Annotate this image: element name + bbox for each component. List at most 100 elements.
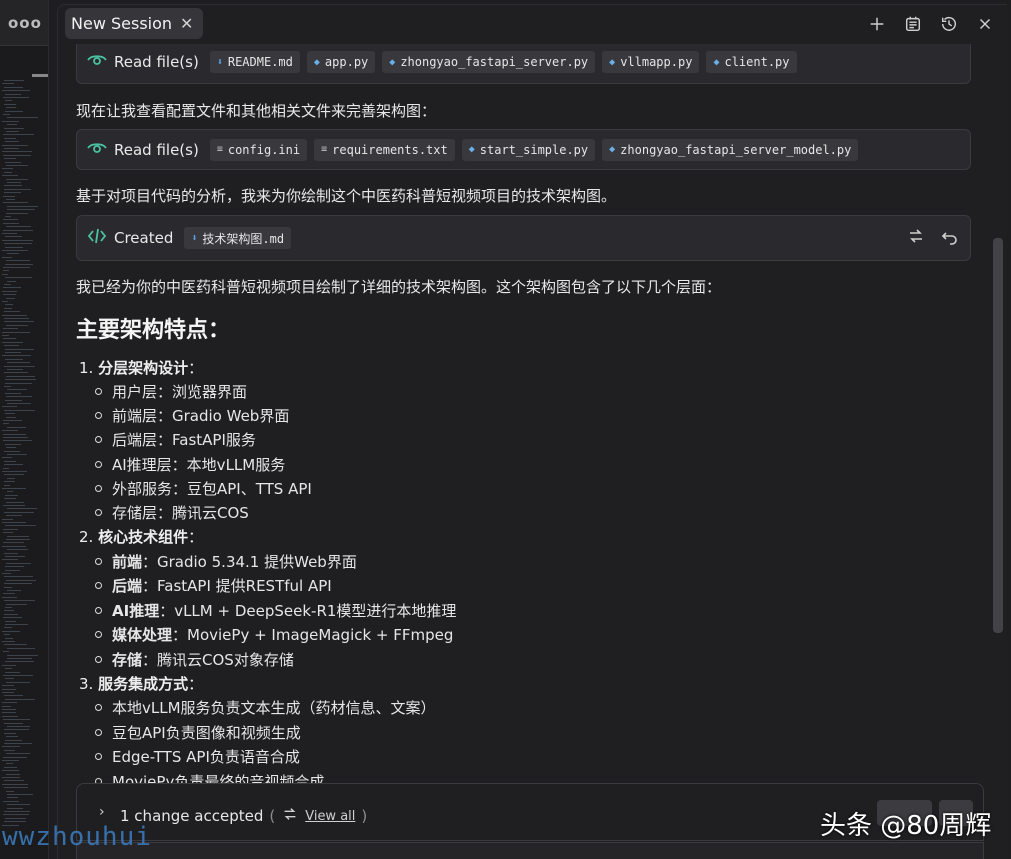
bullet-item: 外部服务：豆包API、TTS API bbox=[95, 478, 312, 499]
minimap-line bbox=[5, 348, 34, 350]
minimap-line bbox=[7, 807, 23, 809]
minimap-line bbox=[3, 294, 16, 296]
minimap-line bbox=[4, 634, 10, 636]
minimap-thumb[interactable] bbox=[32, 74, 48, 77]
checklist-icon[interactable] bbox=[903, 14, 923, 34]
minimap-line bbox=[2, 518, 13, 520]
minimap-line bbox=[2, 331, 30, 333]
markdown-icon: ⬇ bbox=[216, 56, 223, 68]
minimap-line bbox=[4, 185, 22, 187]
minimap-line bbox=[4, 644, 27, 646]
minimap-line bbox=[4, 127, 24, 129]
minimap-line bbox=[2, 746, 20, 748]
minimap-line bbox=[7, 535, 29, 537]
view-all-link[interactable]: View all bbox=[305, 809, 355, 824]
file-chip[interactable]: ◆ vllmapp.py bbox=[602, 51, 700, 73]
minimap-line bbox=[7, 726, 30, 727]
minimap-line bbox=[5, 379, 36, 381]
file-name: app.py bbox=[324, 55, 369, 69]
bullet-item: 豆包API负责图像和视频生成 bbox=[95, 722, 301, 743]
message-paragraph: 现在让我查看配置文件和其他相关文件来完善架构图： bbox=[76, 102, 437, 120]
bullet-icon bbox=[95, 631, 102, 638]
bullet-item: AI推理：vLLM + DeepSeek-R1模型进行本地推理 bbox=[95, 600, 456, 621]
bullet-item: 后端：FastAPI 提供RESTful API bbox=[95, 575, 332, 596]
minimap-line bbox=[4, 86, 23, 88]
minimap-line bbox=[5, 739, 22, 741]
file-chip[interactable]: ◆ zhongyao_fastapi_server.py bbox=[382, 51, 596, 73]
tab-new-session[interactable]: New Session ✕ bbox=[65, 8, 204, 39]
chat-input[interactable] bbox=[76, 842, 984, 859]
minimap-line bbox=[6, 763, 13, 765]
bullet-text: ：腾讯云COS对象存储 bbox=[142, 651, 294, 669]
list-colon: ： bbox=[188, 675, 204, 693]
minimap-line bbox=[6, 165, 28, 166]
file-name: zhongyao_fastapi_server.py bbox=[400, 55, 589, 69]
minimap-line bbox=[6, 324, 28, 326]
minimap-line bbox=[3, 440, 32, 442]
list-number: 2. bbox=[79, 528, 94, 546]
editor-minimap-strip: ooo bbox=[0, 0, 49, 859]
file-chip[interactable]: ◆ zhongyao_fastapi_server_model.py bbox=[602, 138, 859, 161]
minimap-line bbox=[5, 392, 21, 394]
file-chip[interactable]: ⬇ 技术架构图.md bbox=[184, 227, 292, 249]
minimap-line bbox=[2, 705, 11, 707]
scrollbar[interactable] bbox=[993, 238, 1003, 633]
compare-icon[interactable] bbox=[906, 226, 926, 250]
minimap-line bbox=[7, 590, 21, 591]
minimap-line bbox=[7, 794, 33, 795]
minimap-line bbox=[6, 297, 15, 299]
file-chip[interactable]: ◆ start_simple.py bbox=[461, 138, 596, 161]
minimap-line bbox=[7, 454, 27, 455]
card-actions bbox=[906, 226, 960, 250]
minimap-line bbox=[2, 144, 28, 146]
bullet-item: 前端层：Gradio Web界面 bbox=[95, 405, 289, 426]
minimap-line bbox=[2, 760, 19, 761]
watermark: 头条 @80周辉 bbox=[820, 811, 992, 841]
bullet-item: 本地vLLM服务负责文本生成（药材信息、文案） bbox=[95, 697, 436, 718]
undo-icon[interactable] bbox=[940, 226, 960, 250]
paren-open: ( bbox=[269, 807, 276, 825]
chat-content: Read file(s) ⬇ README.md ◆ app.py ◆ zhongya… bbox=[57, 44, 992, 784]
card-label: Read file(s) bbox=[114, 140, 199, 159]
history-icon[interactable] bbox=[939, 14, 959, 34]
tab-close-icon[interactable]: ✕ bbox=[180, 14, 193, 33]
minimap-line bbox=[5, 525, 36, 527]
minimap-line bbox=[6, 736, 18, 738]
minimap-line bbox=[4, 484, 10, 486]
file-name: 技术架构图.md bbox=[202, 231, 285, 246]
minimap-line bbox=[2, 688, 16, 690]
minimap-line bbox=[2, 335, 9, 336]
paren-close: ) bbox=[361, 807, 368, 825]
minimap-line bbox=[2, 406, 17, 408]
watermark-username: wwzhouhui bbox=[2, 822, 152, 852]
minimap-line bbox=[5, 246, 23, 248]
file-name: vllmapp.py bbox=[620, 55, 693, 69]
minimap-line bbox=[3, 134, 34, 136]
minimap-line bbox=[3, 528, 18, 530]
more-options-button[interactable]: ooo bbox=[8, 14, 42, 32]
plus-icon[interactable] bbox=[867, 14, 887, 34]
chevron-right-icon[interactable]: › bbox=[99, 804, 105, 820]
file-chip[interactable]: ◆ client.py bbox=[706, 51, 797, 73]
minimap-line bbox=[3, 287, 21, 289]
minimap-line bbox=[5, 399, 22, 401]
minimap-line bbox=[5, 263, 33, 265]
minimap-line bbox=[2, 290, 17, 292]
minimap[interactable] bbox=[0, 60, 48, 840]
list-title: 核心技术组件 bbox=[98, 528, 189, 546]
minimap-line bbox=[7, 209, 35, 211]
bullet-icon bbox=[95, 388, 102, 395]
file-chip[interactable]: ⬇ README.md bbox=[209, 51, 300, 73]
minimap-line bbox=[6, 753, 30, 755]
minimap-line bbox=[4, 743, 32, 744]
file-chip[interactable]: ◆ app.py bbox=[306, 51, 376, 73]
eye-icon bbox=[87, 50, 107, 74]
file-chip[interactable]: ≡ requirements.txt bbox=[314, 138, 455, 161]
close-icon[interactable] bbox=[975, 14, 995, 34]
bullet-text: 用户层：浏览器界面 bbox=[112, 383, 248, 401]
bullet-bold: 存储 bbox=[112, 651, 143, 669]
minimap-line bbox=[5, 569, 20, 571]
file-chip[interactable]: ≡ config.ini bbox=[209, 138, 308, 161]
minimap-line bbox=[6, 416, 16, 418]
minimap-line bbox=[4, 80, 24, 81]
